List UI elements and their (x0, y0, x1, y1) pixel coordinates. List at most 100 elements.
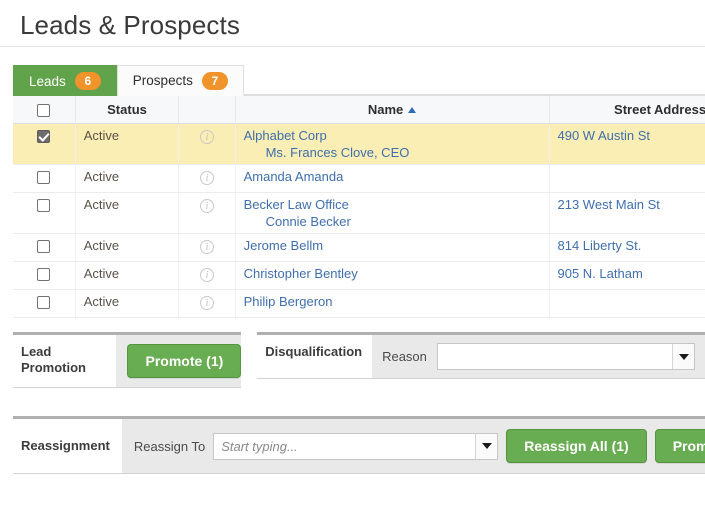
select-all-header (13, 95, 76, 124)
row-street-cell: 814 Liberty St. (549, 233, 705, 262)
leads-prospects-page: Leads & Prospects Leads 6 Prospects 7 St… (0, 0, 705, 508)
reassignment-promote-button[interactable]: Promote (654, 429, 705, 463)
row-select-cell (13, 261, 76, 290)
table-body: Active i Alphabet Corp Ms. Frances Clove… (13, 123, 705, 318)
column-header-name[interactable]: Name (235, 95, 550, 124)
row-contact-link[interactable]: Connie Becker (244, 214, 541, 229)
select-all-checkbox[interactable] (37, 104, 51, 118)
row-street-link[interactable]: 814 Liberty St. (558, 238, 642, 253)
row-status: Active (75, 123, 180, 165)
row-checkbox[interactable] (37, 130, 51, 144)
row-select-cell (13, 289, 76, 318)
table-row[interactable]: Active i Philip Bergeron Aurora IL (13, 289, 705, 318)
info-icon[interactable]: i (199, 240, 214, 254)
page-title: Leads & Prospects (20, 10, 240, 40)
leads-table-wrapper: Status Name Street Address City Stat Act… (0, 95, 705, 318)
row-select-cell (13, 233, 76, 262)
row-name-link[interactable]: Philip Bergeron (244, 294, 333, 309)
row-checkbox[interactable] (37, 171, 51, 185)
info-icon[interactable]: i (199, 268, 214, 282)
disqualification-body: Reason (372, 335, 705, 378)
row-name-link[interactable]: Christopher Bentley (244, 266, 358, 281)
table-row[interactable]: Active i Becker Law Office Connie Becker… (13, 192, 705, 234)
reassign-to-dropdown-button[interactable] (475, 433, 498, 459)
row-street-cell (549, 164, 705, 193)
row-street-cell (549, 289, 705, 318)
chevron-down-icon (481, 443, 492, 449)
row-info-cell: i (178, 192, 236, 234)
row-name-cell: Christopher Bentley (235, 261, 550, 290)
row-street-cell: 905 N. Latham (549, 261, 705, 290)
column-header-info (178, 95, 236, 124)
reason-combobox[interactable] (436, 343, 695, 370)
row-select-cell (13, 123, 76, 165)
row-checkbox[interactable] (37, 240, 51, 254)
row-name-cell: Alphabet Corp Ms. Frances Clove, CEO (235, 123, 550, 165)
row-street-link[interactable]: 905 N. Latham (558, 266, 643, 281)
column-header-name-label: Name (367, 102, 404, 117)
reassignment-row: Reassignment Reassign To Reassign All (1… (0, 416, 705, 474)
reassign-all-button[interactable]: Reassign All (1) (506, 429, 647, 463)
row-contact-link[interactable]: Ms. Frances Clove, CEO (244, 145, 541, 160)
row-name-cell: Becker Law Office Connie Becker (235, 192, 550, 234)
tab-prospects-label: Prospects (132, 73, 193, 88)
leads-table: Status Name Street Address City Stat Act… (13, 95, 705, 318)
row-info-cell: i (178, 289, 236, 318)
row-checkbox[interactable] (37, 199, 51, 213)
row-checkbox[interactable] (37, 296, 51, 310)
row-name-link[interactable]: Becker Law Office (244, 197, 349, 212)
info-icon[interactable]: i (199, 171, 214, 185)
sort-ascending-icon (408, 107, 417, 113)
tab-strip: Leads 6 Prospects 7 (0, 65, 705, 96)
row-select-cell (13, 164, 76, 193)
info-icon[interactable]: i (199, 296, 214, 310)
table-row[interactable]: Active i Jerome Bellm 814 Liberty St. Mo… (13, 233, 705, 262)
row-name-cell: Philip Bergeron (235, 289, 550, 318)
row-status: Active (75, 261, 180, 290)
info-icon[interactable]: i (199, 199, 214, 213)
tab-leads[interactable]: Leads 6 (13, 65, 117, 96)
table-row[interactable]: Active i Christopher Bentley 905 N. Lath… (13, 261, 705, 290)
reassign-to-input[interactable] (214, 433, 476, 459)
title-bar: Leads & Prospects (0, 0, 705, 47)
row-info-cell: i (178, 233, 236, 262)
row-info-cell: i (178, 164, 236, 193)
row-status: Active (75, 164, 180, 193)
row-street-cell: 490 W Austin St (549, 123, 705, 165)
reassignment-panel: Reassignment Reassign To Reassign All (1… (13, 416, 705, 474)
reason-dropdown-button[interactable] (672, 344, 694, 369)
column-header-street-address[interactable]: Street Address (549, 95, 705, 124)
lead-promotion-body: Promote (1) (116, 335, 242, 387)
column-header-status[interactable]: Status (75, 95, 180, 124)
row-status: Active (75, 233, 180, 262)
row-name-link[interactable]: Alphabet Corp (244, 128, 327, 143)
chevron-down-icon (678, 353, 689, 360)
row-status: Active (75, 289, 180, 318)
lead-promotion-panel: Lead Promotion Promote (1) (13, 332, 242, 388)
reason-input[interactable] (437, 344, 673, 369)
row-street-link[interactable]: 213 West Main St (558, 197, 660, 212)
row-checkbox[interactable] (37, 268, 51, 282)
reason-label: Reason (382, 349, 427, 364)
disqualification-label: Disqualification (257, 335, 373, 378)
reassignment-label: Reassignment (13, 419, 122, 473)
tab-prospects-count-badge: 7 (201, 71, 228, 90)
table-row[interactable]: Active i Amanda Amanda (13, 164, 705, 193)
tab-prospects[interactable]: Prospects 7 (116, 65, 244, 96)
tab-leads-count-badge: 6 (74, 72, 101, 90)
row-info-cell: i (178, 261, 236, 290)
info-icon[interactable]: i (199, 130, 214, 144)
disqualification-panel: Disqualification Reason (257, 332, 705, 379)
row-name-link[interactable]: Amanda Amanda (244, 169, 344, 184)
lead-promotion-label: Lead Promotion (13, 335, 117, 387)
row-info-cell: i (178, 123, 236, 165)
row-street-cell: 213 West Main St (549, 192, 705, 234)
promote-button[interactable]: Promote (1) (127, 344, 242, 378)
row-name-link[interactable]: Jerome Bellm (244, 238, 323, 253)
row-name-cell: Amanda Amanda (235, 164, 550, 193)
reassignment-body: Reassign To Reassign All (1) Promote (122, 419, 705, 473)
table-row[interactable]: Active i Alphabet Corp Ms. Frances Clove… (13, 123, 705, 165)
reassign-to-label: Reassign To (133, 438, 206, 454)
reassign-to-combobox[interactable] (213, 432, 499, 460)
row-street-link[interactable]: 490 W Austin St (558, 128, 651, 143)
